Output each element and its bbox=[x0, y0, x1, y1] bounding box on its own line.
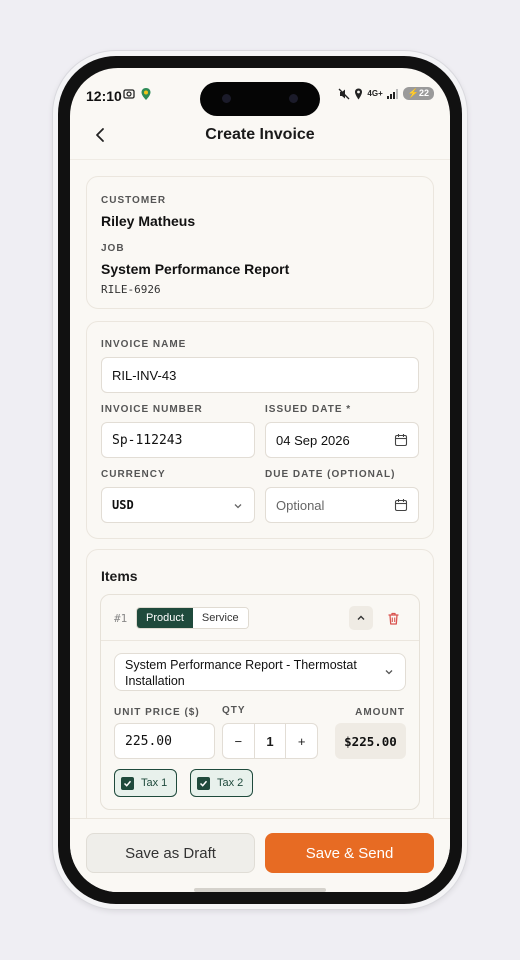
chevron-up-icon bbox=[357, 615, 365, 620]
items-card: Items #1 Product Service System Performa… bbox=[86, 549, 434, 849]
item-description-select[interactable]: System Performance Report - Thermostat I… bbox=[114, 653, 406, 691]
page-title: Create Invoice bbox=[205, 126, 315, 143]
due-date-label: DUE DATE (OPTIONAL) bbox=[265, 469, 396, 480]
qty-label: QTY bbox=[222, 705, 246, 716]
screenshot-icon bbox=[123, 89, 135, 99]
job-name: System Performance Report bbox=[101, 261, 290, 277]
save-draft-button[interactable]: Save as Draft bbox=[86, 833, 255, 873]
home-indicator bbox=[194, 888, 326, 892]
mute-icon bbox=[338, 88, 350, 99]
currency-select[interactable]: USD bbox=[101, 487, 255, 523]
job-label: JOB bbox=[101, 243, 125, 254]
calendar-icon bbox=[394, 499, 408, 512]
customer-label: CUSTOMER bbox=[101, 195, 167, 206]
checkmark-icon bbox=[197, 776, 210, 790]
currency-label: CURRENCY bbox=[101, 469, 166, 480]
issued-date-input[interactable]: 04 Sep 2026 bbox=[265, 422, 419, 458]
item-index: #1 bbox=[114, 612, 128, 625]
invoice-number-label: INVOICE NUMBER bbox=[101, 404, 203, 415]
collapse-item-button[interactable] bbox=[349, 606, 373, 630]
chevron-down-icon bbox=[385, 670, 393, 675]
type-product-option[interactable]: Product bbox=[137, 608, 193, 628]
item-amount: $225.00 bbox=[335, 723, 406, 759]
invoice-name-input[interactable]: RIL-INV-43 bbox=[101, 357, 419, 393]
dynamic-island bbox=[200, 82, 320, 116]
status-time: 12:10 bbox=[86, 88, 122, 104]
line-item: #1 Product Service System Performance Re… bbox=[100, 594, 420, 810]
type-service-option[interactable]: Service bbox=[192, 608, 248, 628]
tax-1-checkbox[interactable]: Tax 1 bbox=[114, 769, 178, 797]
items-title: Items bbox=[101, 568, 138, 584]
navigation-bar: Create Invoice bbox=[70, 112, 450, 160]
customer-card: CUSTOMER Riley Matheus JOB System Perfor… bbox=[86, 176, 434, 309]
screen: 12:10 4G+ ⚡22 Create Invoice CUSTOMER Ri… bbox=[70, 68, 450, 892]
amount-label: AMOUNT bbox=[355, 707, 405, 718]
battery-badge: ⚡22 bbox=[402, 87, 434, 100]
job-code: RILE-6926 bbox=[101, 283, 161, 296]
tax-2-checkbox[interactable]: Tax 2 bbox=[190, 769, 254, 797]
save-send-button[interactable]: Save & Send bbox=[265, 833, 434, 873]
invoice-details-card: INVOICE NAME RIL-INV-43 INVOICE NUMBER S… bbox=[86, 321, 434, 539]
issued-date-label: ISSUED DATE * bbox=[265, 404, 352, 415]
due-date-input[interactable]: Optional bbox=[265, 487, 419, 523]
qty-increment-button[interactable]: + bbox=[286, 724, 317, 758]
trash-icon bbox=[388, 612, 398, 625]
location-icon bbox=[355, 88, 363, 99]
calendar-icon bbox=[394, 434, 408, 447]
network-label: 4G+ bbox=[367, 88, 383, 98]
qty-decrement-button[interactable]: − bbox=[223, 724, 254, 758]
delete-item-button[interactable] bbox=[381, 606, 405, 630]
invoice-number-input[interactable]: Sp-112243 bbox=[101, 422, 255, 458]
item-type-toggle: Product Service bbox=[136, 607, 249, 629]
signal-icon bbox=[386, 88, 398, 99]
quantity-stepper: − 1 + bbox=[222, 723, 318, 759]
customer-name: Riley Matheus bbox=[101, 213, 196, 229]
invoice-name-label: INVOICE NAME bbox=[101, 339, 187, 350]
chevron-down-icon bbox=[234, 504, 242, 509]
unit-price-label: UNIT PRICE ($) bbox=[114, 707, 200, 718]
qty-value[interactable]: 1 bbox=[253, 724, 287, 758]
unit-price-input[interactable]: 225.00 bbox=[114, 723, 215, 759]
checkmark-icon bbox=[121, 776, 134, 790]
bottom-action-bar: Save as Draft Save & Send bbox=[70, 818, 450, 892]
location-badge-icon bbox=[141, 88, 151, 100]
